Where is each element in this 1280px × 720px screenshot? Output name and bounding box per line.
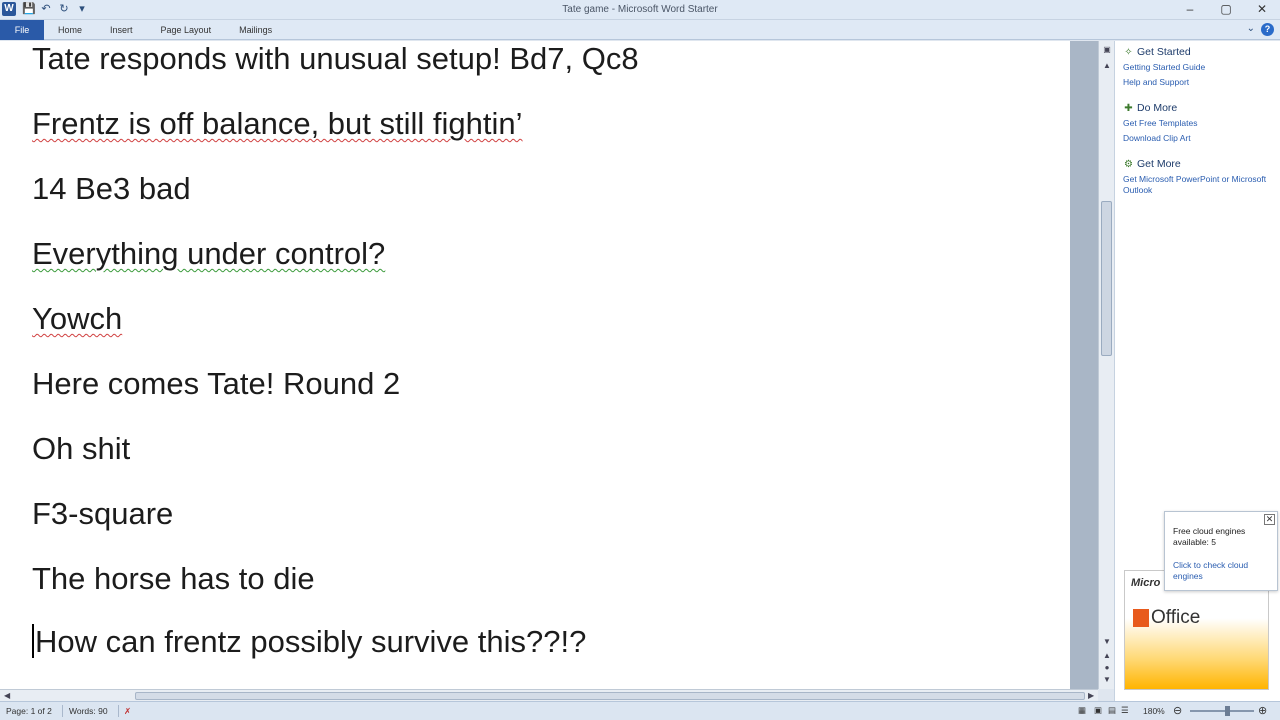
ribbon-tabs: File Home Insert Page Layout Mailings (0, 20, 1280, 40)
line-text: Frentz is off balance, but still fightin… (32, 106, 523, 141)
pane-section-title: Do More (1137, 102, 1178, 114)
outline-icon[interactable]: ☰ (1121, 705, 1129, 716)
ribbon-right-controls: ⌄ ? (1247, 23, 1274, 36)
notification-message: Free cloud engines available: 5 (1173, 526, 1246, 547)
ad-product: Office (1151, 607, 1201, 628)
document-line: Here comes Tate! Round 2 (32, 366, 400, 402)
horizontal-scrollbar[interactable]: ◀ ▶ (0, 689, 1098, 701)
office-logo-icon (1133, 609, 1149, 627)
document-page[interactable]: Tate responds with unusual setup! Bd7, Q… (0, 41, 1070, 689)
window-controls: – ▢ ✕ (1182, 2, 1270, 16)
text-caret (32, 624, 34, 658)
tab-insert[interactable]: Insert (96, 20, 147, 40)
pane-section-header: ✧ Get Started (1123, 46, 1205, 58)
full-screen-icon[interactable]: ▣ (1094, 705, 1102, 716)
help-and-support-link[interactable]: Help and Support (1123, 77, 1205, 88)
zoom-out-icon[interactable]: ⊖ (1173, 704, 1182, 717)
zoom-level[interactable]: 180% (1143, 706, 1165, 716)
ruler-toggle-icon[interactable]: ▣ (1099, 45, 1115, 54)
help-icon[interactable]: ? (1261, 23, 1274, 36)
line-text: The horse has to die (32, 561, 315, 596)
document-line: Everything under control? (32, 236, 385, 272)
pane-section-title: Get Started (1137, 46, 1191, 58)
scroll-up-icon[interactable]: ▲ (1099, 61, 1115, 70)
page-count[interactable]: Page: 1 of 2 (6, 706, 52, 716)
pane-section-header: ✚ Do More (1123, 102, 1198, 114)
ribbon-expand-icon[interactable]: ⌄ (1247, 23, 1255, 36)
line-text: Tate responds with unusual setup! Bd7, Q… (32, 41, 639, 76)
document-line: How can frentz possibly survive this??!? (32, 624, 586, 660)
window-title: Tate game - Microsoft Word Starter (562, 4, 718, 15)
minimize-button[interactable]: – (1182, 2, 1198, 16)
zoom-slider-handle[interactable] (1225, 706, 1230, 716)
pane-section-title: Get More (1137, 158, 1181, 170)
line-text: F3-square (32, 496, 174, 531)
line-text: Yowch (32, 301, 123, 336)
tab-page-layout[interactable]: Page Layout (147, 20, 226, 40)
close-button[interactable]: ✕ (1254, 2, 1270, 16)
document-line: Frentz is off balance, but still fightin… (32, 106, 523, 142)
vertical-scrollbar[interactable]: ▣ ▲ ▼ ▲ ● ▼ (1098, 41, 1114, 689)
get-free-templates-link[interactable]: Get Free Templates (1123, 118, 1198, 129)
line-text: Oh shit (32, 431, 131, 466)
cloud-engines-notification: ✕ Free cloud engines available: 5 Click … (1164, 511, 1278, 591)
vertical-scroll-thumb[interactable] (1101, 201, 1112, 356)
status-bar: Page: 1 of 2 Words: 90 ✗ ▦ ▣ ▤ ☰ 180% ⊖ … (0, 701, 1280, 720)
document-line: 14 Be3 bad (32, 171, 191, 207)
line-text: 14 Be3 bad (32, 171, 191, 206)
close-icon[interactable]: ✕ (1264, 514, 1275, 525)
status-divider (62, 705, 63, 717)
previous-page-icon[interactable]: ▲ (1099, 651, 1115, 660)
plus-icon: ✚ (1124, 102, 1133, 114)
document-line: The horse has to die (32, 561, 315, 597)
check-cloud-engines-link[interactable]: Click to check cloud engines (1173, 560, 1269, 582)
print-layout-icon[interactable]: ▦ (1078, 705, 1086, 716)
word-count[interactable]: Words: 90 (69, 706, 108, 716)
zoom-slider[interactable] (1190, 710, 1254, 712)
web-layout-icon[interactable]: ▤ (1108, 705, 1116, 716)
getting-started-guide-link[interactable]: Getting Started Guide (1123, 62, 1205, 73)
status-divider (118, 705, 119, 717)
document-area: Tate responds with unusual setup! Bd7, Q… (0, 41, 1098, 689)
pane-section-do-more: ✚ Do More Get Free Templates Download Cl… (1123, 102, 1198, 144)
tab-mailings[interactable]: Mailings (225, 20, 286, 40)
line-text: Everything under control? (32, 236, 386, 271)
document-line: Oh shit (32, 431, 130, 467)
star-icon: ✧ (1124, 46, 1133, 58)
ad-brand: Micro (1131, 577, 1161, 589)
tab-home[interactable]: Home (44, 20, 96, 40)
zoom-in-icon[interactable]: ⊕ (1258, 704, 1267, 717)
pane-section-header: ⚙ Get More (1123, 158, 1275, 170)
get-powerpoint-outlook-link[interactable]: Get Microsoft PowerPoint or Microsoft Ou… (1123, 174, 1275, 196)
pane-section-get-more: ⚙ Get More Get Microsoft PowerPoint or M… (1123, 158, 1275, 196)
proofing-icon[interactable]: ✗ (124, 706, 131, 717)
title-bar: W 💾 ↶ ↻ ▾ Tate game - Microsoft Word Sta… (0, 0, 1280, 20)
cart-icon: ⚙ (1124, 158, 1133, 170)
next-page-icon[interactable]: ▼ (1099, 675, 1115, 684)
document-line: F3-square (32, 496, 173, 532)
ribbon: File Home Insert Page Layout Mailings ⌄ … (0, 20, 1280, 40)
scroll-down-icon[interactable]: ▼ (1099, 637, 1115, 646)
document-line: Tate responds with unusual setup! Bd7, Q… (32, 41, 639, 77)
download-clip-art-link[interactable]: Download Clip Art (1123, 133, 1198, 144)
line-text: Here comes Tate! Round 2 (32, 366, 401, 401)
line-text: How can frentz possibly survive this??!? (35, 624, 587, 659)
horizontal-scroll-thumb[interactable] (135, 692, 1085, 700)
pane-section-get-started: ✧ Get Started Getting Started Guide Help… (1123, 46, 1205, 88)
tab-file[interactable]: File (0, 20, 44, 40)
restore-button[interactable]: ▢ (1218, 2, 1234, 16)
browse-object-icon[interactable]: ● (1099, 663, 1115, 672)
document-line: Yowch (32, 301, 122, 337)
